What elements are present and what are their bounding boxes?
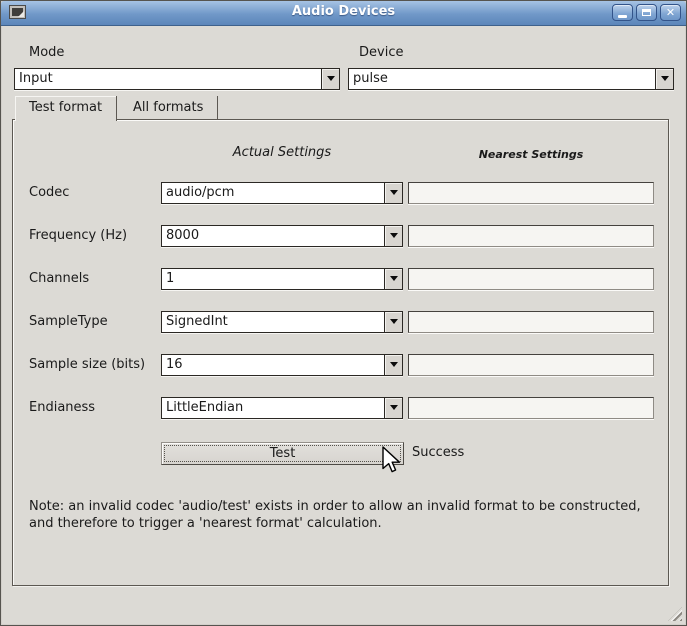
titlebar-buttons: ✕: [612, 4, 681, 21]
device-combobox-value: pulse: [349, 69, 655, 89]
sampletype-nearest-field: [408, 311, 654, 333]
close-button[interactable]: ✕: [660, 4, 681, 21]
frequency-nearest-field: [408, 225, 654, 247]
chevron-down-icon[interactable]: [384, 355, 402, 375]
chevron-down-icon[interactable]: [384, 269, 402, 289]
chevron-down-icon[interactable]: [655, 69, 673, 89]
samplesize-combobox-value: 16: [162, 355, 384, 375]
test-button[interactable]: Test: [161, 442, 404, 465]
mode-combobox[interactable]: Input: [14, 68, 340, 90]
sampletype-combobox[interactable]: SignedInt: [161, 311, 403, 333]
chevron-down-icon[interactable]: [384, 312, 402, 332]
samplesize-nearest-field: [408, 354, 654, 376]
frequency-label: Frequency (Hz): [29, 225, 127, 247]
actual-settings-heading: Actual Settings: [161, 145, 403, 160]
channels-nearest-field: [408, 268, 654, 290]
mode-label: Mode: [29, 45, 64, 60]
maximize-icon: [642, 9, 651, 16]
nearest-settings-heading: Nearest Settings: [408, 148, 654, 161]
device-combobox[interactable]: pulse: [348, 68, 674, 90]
channels-label: Channels: [29, 268, 89, 290]
endianess-label: Endianess: [29, 397, 95, 419]
channels-combobox-value: 1: [162, 269, 384, 289]
note-line-2: and therefore to trigger a 'nearest form…: [29, 515, 641, 532]
close-icon: ✕: [666, 7, 675, 18]
codec-nearest-field: [408, 182, 654, 204]
codec-combobox[interactable]: audio/pcm: [161, 182, 403, 204]
codec-label: Codec: [29, 182, 69, 204]
maximize-button[interactable]: [636, 4, 657, 21]
chevron-down-icon[interactable]: [384, 183, 402, 203]
endianess-combobox[interactable]: LittleEndian: [161, 397, 403, 419]
test-format-pane: Actual Settings Nearest Settings Codec a…: [12, 119, 669, 586]
chevron-down-icon[interactable]: [384, 226, 402, 246]
frequency-combobox[interactable]: 8000: [161, 225, 403, 247]
note-line-1: Note: an invalid codec 'audio/test' exis…: [29, 498, 641, 515]
window-title: Audio Devices: [1, 4, 686, 19]
tab-test-format[interactable]: Test format: [15, 96, 117, 121]
audio-devices-window: Audio Devices ✕ Mode Input Device pulse …: [0, 0, 687, 626]
resize-grip[interactable]: [668, 607, 682, 621]
endianess-nearest-field: [408, 397, 654, 419]
note-text: Note: an invalid codec 'audio/test' exis…: [29, 498, 641, 532]
sampletype-label: SampleType: [29, 311, 108, 333]
samplesize-combobox[interactable]: 16: [161, 354, 403, 376]
minimize-button[interactable]: [612, 4, 633, 21]
frequency-combobox-value: 8000: [162, 226, 384, 246]
mode-combobox-value: Input: [15, 69, 321, 89]
minimize-icon: [618, 15, 627, 18]
status-text: Success: [412, 445, 464, 460]
codec-combobox-value: audio/pcm: [162, 183, 384, 203]
sampletype-combobox-value: SignedInt: [162, 312, 384, 332]
endianess-combobox-value: LittleEndian: [162, 398, 384, 418]
samplesize-label: Sample size (bits): [29, 354, 145, 376]
channels-combobox[interactable]: 1: [161, 268, 403, 290]
chevron-down-icon[interactable]: [321, 69, 339, 89]
chevron-down-icon[interactable]: [384, 398, 402, 418]
titlebar[interactable]: Audio Devices ✕: [1, 1, 686, 26]
device-label: Device: [359, 45, 403, 60]
tab-all-formats[interactable]: All formats: [119, 96, 218, 119]
